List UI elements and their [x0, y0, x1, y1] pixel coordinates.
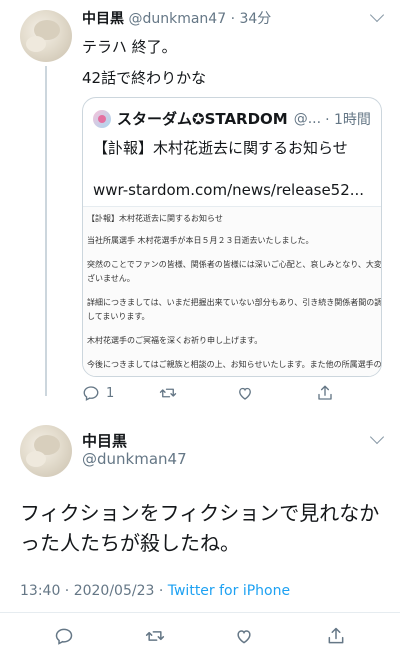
reply-button[interactable]: [54, 626, 74, 646]
source-link[interactable]: Twitter for iPhone: [168, 583, 290, 599]
reply-button[interactable]: 1: [82, 384, 114, 402]
doc-line: 今後につきましてはご親族と相談の上、お知らせいたします。また他の所属選手の心のケ…: [87, 360, 382, 369]
display-name[interactable]: 中目黒: [82, 430, 127, 451]
quoted-tweet-header: スターダム✪STARDOM @... · 1時間: [93, 108, 371, 129]
doc-line: 当社所属選手 木村花選手が本日５月２３日逝去いたしました。: [87, 236, 314, 245]
like-button[interactable]: [236, 384, 254, 402]
quoted-display-name: スターダム✪STARDOM: [117, 110, 288, 128]
divider: [0, 612, 400, 613]
retweet-button[interactable]: [144, 626, 166, 646]
handle[interactable]: @dunkman47: [128, 11, 226, 27]
share-button[interactable]: [326, 626, 346, 646]
quoted-tweet-card[interactable]: スターダム✪STARDOM @... · 1時間 【訃報】木村花逝去に関するお知…: [82, 97, 382, 377]
share-icon: [328, 627, 344, 644]
relative-time[interactable]: · 34分: [231, 11, 272, 27]
avatar[interactable]: [20, 10, 72, 62]
chevron-down-icon[interactable]: [369, 7, 385, 23]
doc-line: 突然のことでファンの皆様、関係者の皆様には深いご心配と、哀しみとなり、大変申し訳…: [87, 260, 382, 269]
retweet-button[interactable]: [158, 384, 178, 402]
tweet-text-line-2: 42話で終わりかな: [82, 69, 207, 87]
quoted-handle: @...: [293, 110, 322, 127]
tweet-text: フィクションをフィクションで見れなかった人たちが殺したね。: [20, 501, 380, 555]
tweet-text-line-1: テラハ 終了。: [82, 38, 177, 56]
timestamp[interactable]: 13:40 · 2020/05/23 ·: [20, 583, 168, 599]
like-icon: [237, 630, 251, 644]
doc-line: してまいります。: [87, 312, 150, 321]
like-icon: [239, 387, 251, 400]
quoted-title: 【訃報】木村花逝去に関するお知らせ: [93, 139, 348, 157]
like-button[interactable]: [234, 626, 254, 646]
share-button[interactable]: [316, 384, 334, 402]
display-name[interactable]: 中目黒: [82, 11, 124, 27]
reply-icon: [83, 386, 99, 401]
doc-line: 【訃報】木村花逝去に関するお知らせ: [87, 214, 223, 223]
quoted-document-image[interactable]: 【訃報】木村花逝去に関するお知らせ 当社所属選手 木村花選手が本日５月２３日逝去…: [83, 206, 382, 376]
chevron-down-icon[interactable]: [369, 429, 385, 445]
quoted-avatar: [93, 109, 111, 128]
avatar[interactable]: [20, 425, 72, 477]
doc-line: 木村花選手のご冥福を深くお祈り申し上げます。: [87, 336, 263, 345]
thread-connector-line: [45, 66, 47, 396]
reply-icon: [55, 628, 73, 645]
quoted-time: · 1時間: [325, 111, 371, 128]
handle[interactable]: @dunkman47: [82, 450, 187, 468]
tweet-1-header: 中目黒 @dunkman47 · 34分: [82, 8, 271, 28]
share-icon: [318, 385, 332, 400]
tweet-meta: 13:40 · 2020/05/23 · Twitter for iPhone: [20, 583, 290, 599]
doc-line: ざいません。: [87, 274, 135, 283]
reply-count: 1: [106, 385, 115, 401]
quoted-link[interactable]: wwr-stardom.com/news/release52...: [93, 180, 364, 200]
retweet-icon: [159, 388, 177, 398]
retweet-icon: [145, 631, 165, 641]
doc-line: 詳細につきましては、いまだ把握出来ていない部分もあり、引き続き関係者間の調査に協…: [87, 298, 382, 307]
